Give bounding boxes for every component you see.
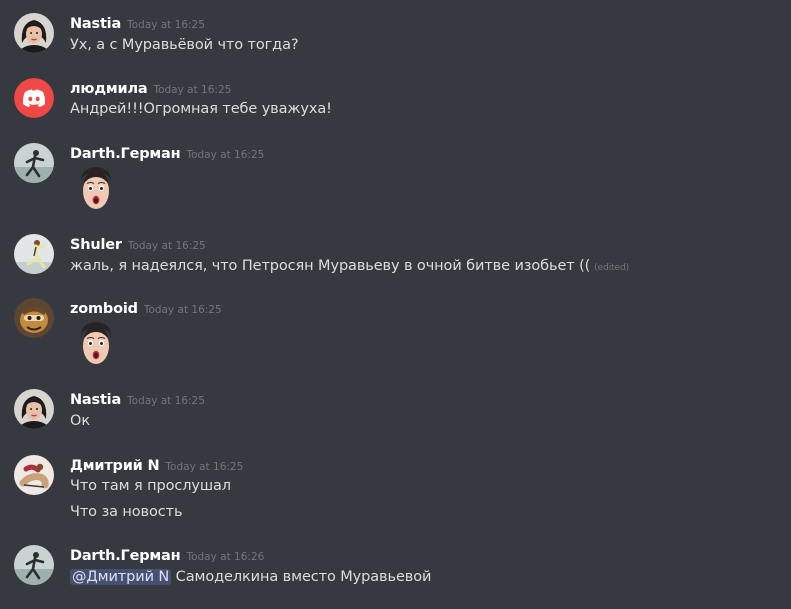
username[interactable]: Darth.Герман [70,146,181,162]
message-text: Андрей!!!Огромная тебе уважуха! [70,101,332,117]
skater-icon[interactable] [14,234,54,274]
timestamp[interactable]: Today at 16:25 [186,149,264,161]
timestamp[interactable]: Today at 16:25 [127,19,205,31]
skater-icon[interactable] [14,143,54,183]
timestamp[interactable]: Today at 16:25 [144,304,222,316]
message-text: Что за новость [70,504,183,520]
message-text: @Дмитрий N Самоделкина вместо Муравьевой [70,567,431,587]
message-header: zomboid Today at 16:25 [70,298,222,318]
username[interactable]: Nastia [70,16,121,32]
timestamp[interactable]: Today at 16:25 [165,461,243,473]
message-text: жаль, я надеялся, что Петросян Муравьеву… [70,256,629,278]
skater-icon[interactable] [14,455,54,495]
message-text: Ок [70,413,90,429]
woman-portrait-icon[interactable] [14,13,54,53]
user-mention[interactable]: @Дмитрий N [70,569,172,585]
message-header: Darth.Герман Today at 16:25 [70,143,264,163]
message-header: Дмитрий N Today at 16:25 [70,455,243,475]
username[interactable]: людмила [70,81,148,97]
message-header: Nastia Today at 16:25 [70,389,205,409]
message-content: жаль, я надеялся, что Петросян Муравьеву… [70,258,591,274]
message-text: Ух, а с Муравьёвой что тогда? [70,37,299,53]
discord-logo-icon[interactable] [14,78,54,118]
timestamp[interactable]: Today at 16:26 [186,551,264,563]
timestamp[interactable]: Today at 16:25 [153,84,231,96]
message-header: Darth.Герман Today at 16:26 [70,545,264,565]
edited-label: (edited) [594,263,629,273]
cartoon-character-icon[interactable] [14,298,54,338]
surprised-face-emoji[interactable] [74,165,118,213]
username[interactable]: Shuler [70,237,122,253]
message-header: людмила Today at 16:25 [70,78,231,98]
surprised-face-emoji[interactable] [74,320,118,368]
username[interactable]: Nastia [70,392,121,408]
skater-icon[interactable] [14,545,54,585]
message-text: Что там я прослушал [70,478,231,494]
message-content: Самоделкина вместо Муравьевой [175,569,432,585]
message-header: Nastia Today at 16:25 [70,13,205,33]
username[interactable]: zomboid [70,301,138,317]
username[interactable]: Darth.Герман [70,548,181,564]
woman-portrait-icon[interactable] [14,389,54,429]
message-header: Shuler Today at 16:25 [70,234,206,254]
username[interactable]: Дмитрий N [70,458,160,474]
timestamp[interactable]: Today at 16:25 [128,240,206,252]
timestamp[interactable]: Today at 16:25 [127,395,205,407]
